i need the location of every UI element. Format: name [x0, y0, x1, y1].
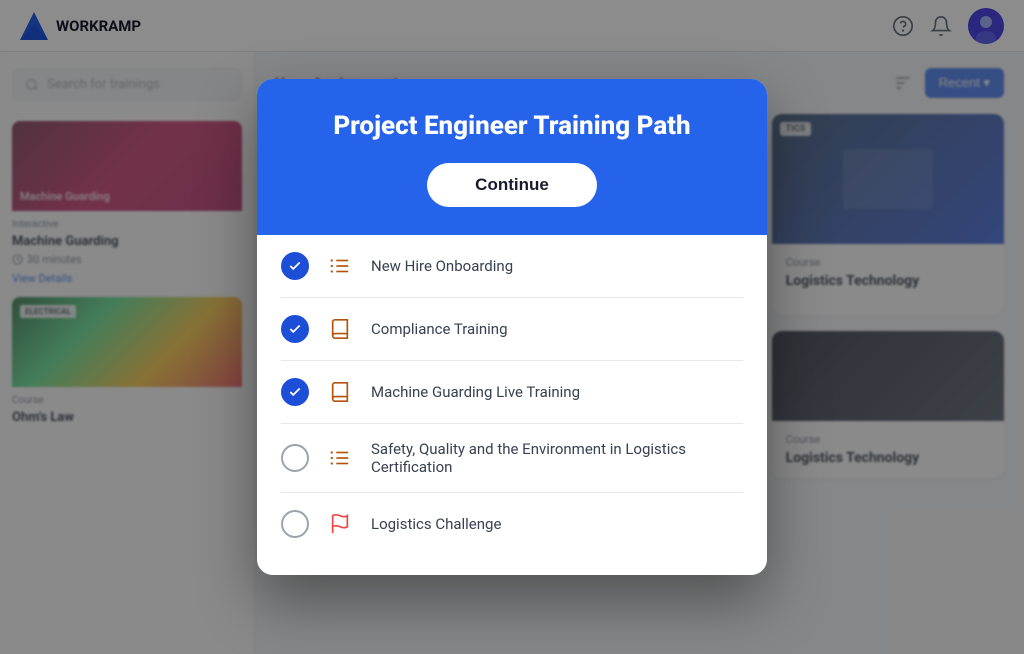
training-label-2: Compliance Training: [371, 320, 743, 338]
training-item-5: Logistics Challenge: [281, 493, 743, 555]
training-label-4: Safety, Quality and the Environment in L…: [371, 440, 743, 476]
list-icon-4: [325, 443, 355, 473]
check-icon-2: [288, 322, 302, 336]
check-circle-1: [281, 252, 309, 280]
continue-button[interactable]: Continue: [427, 163, 597, 207]
training-item-3: Machine Guarding Live Training: [281, 361, 743, 424]
check-icon-1: [288, 259, 302, 273]
training-label-5: Logistics Challenge: [371, 515, 743, 533]
list-icon-1: [325, 251, 355, 281]
check-circle-3: [281, 378, 309, 406]
modal-overlay: Project Engineer Training Path Continue …: [0, 0, 1024, 654]
check-icon-3: [288, 385, 302, 399]
training-label-3: Machine Guarding Live Training: [371, 383, 743, 401]
check-circle-4: [281, 444, 309, 472]
modal: Project Engineer Training Path Continue …: [257, 79, 767, 574]
training-item-2: Compliance Training: [281, 298, 743, 361]
modal-title: Project Engineer Training Path: [281, 111, 743, 142]
book-icon-3: [325, 377, 355, 407]
training-item-1: New Hire Onboarding: [281, 235, 743, 298]
training-label-1: New Hire Onboarding: [371, 257, 743, 275]
book-icon-2: [325, 314, 355, 344]
check-circle-5: [281, 510, 309, 538]
modal-header: Project Engineer Training Path Continue: [257, 79, 767, 234]
check-circle-2: [281, 315, 309, 343]
training-item-4: Safety, Quality and the Environment in L…: [281, 424, 743, 493]
modal-body: New Hire Onboarding Compliance Training: [257, 235, 767, 575]
training-items-container: New Hire Onboarding Compliance Training: [281, 235, 743, 555]
flag-icon-5: [325, 509, 355, 539]
